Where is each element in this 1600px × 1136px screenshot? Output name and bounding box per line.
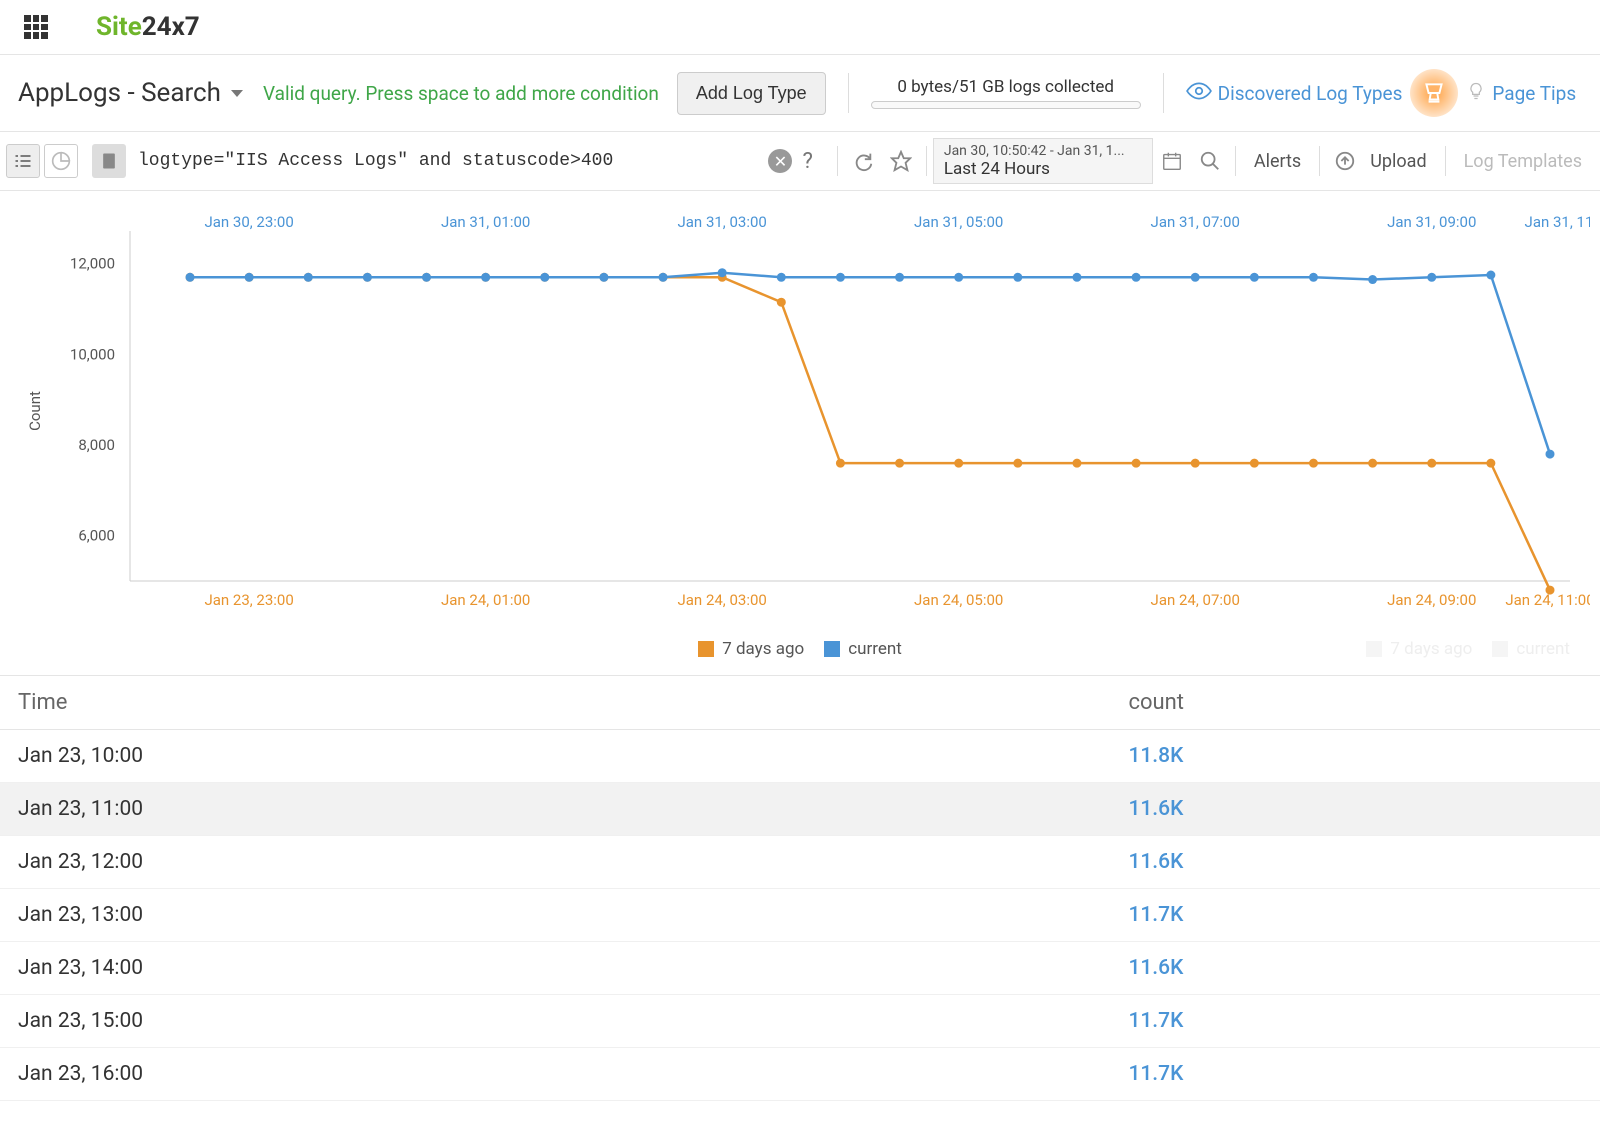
line-chart: Count 6,000 8,000 10,000 12,000 Jan 30, 23:00… xyxy=(10,201,1590,631)
svg-text:6,000: 6,000 xyxy=(78,527,115,545)
search-icon[interactable] xyxy=(1195,146,1225,176)
page-tips-link[interactable]: Page Tips xyxy=(1492,82,1576,105)
date-range-selector[interactable]: Jan 30, 10:50:42 - Jan 31, 1... Last 24 … xyxy=(933,138,1153,184)
bytes-text: 0 bytes/51 GB logs collected xyxy=(897,77,1114,97)
svg-text:Jan 24, 03:00: Jan 24, 03:00 xyxy=(678,591,767,609)
svg-text:Jan 24, 01:00: Jan 24, 01:00 xyxy=(441,591,530,609)
cell-count-link[interactable]: 11.6K xyxy=(1128,850,1183,874)
logo: Site24x7 xyxy=(96,12,200,42)
bulb-icon xyxy=(1466,79,1486,107)
cell-count-link[interactable]: 11.7K xyxy=(1128,1062,1183,1086)
date-range-label: Last 24 Hours xyxy=(944,159,1142,179)
table-row[interactable]: Jan 23, 16:0011.7K xyxy=(0,1048,1600,1101)
table-row[interactable]: Jan 23, 15:0011.7K xyxy=(0,995,1600,1048)
refresh-icon[interactable] xyxy=(848,146,878,176)
logo-part2: 24x7 xyxy=(142,12,200,42)
legend-item-current[interactable]: current xyxy=(824,639,902,659)
upload-icon xyxy=(1330,146,1360,176)
svg-text:Jan 30, 23:00: Jan 30, 23:00 xyxy=(204,213,293,231)
logo-part1: Site xyxy=(96,12,142,42)
svg-text:Jan 31, 09:00: Jan 31, 09:00 xyxy=(1387,213,1476,231)
cell-time: Jan 23, 15:00 xyxy=(18,1009,1128,1033)
divider xyxy=(1319,146,1320,176)
table-row[interactable]: Jan 23, 12:0011.6K xyxy=(0,836,1600,889)
svg-text:Jan 31, 07:00: Jan 31, 07:00 xyxy=(1151,213,1240,231)
svg-text:Jan 31, 05:00: Jan 31, 05:00 xyxy=(914,213,1003,231)
query-help-icon[interactable]: ? xyxy=(802,149,812,174)
bytes-progress-bar xyxy=(871,101,1141,109)
svg-text:Jan 23, 23:00: Jan 23, 23:00 xyxy=(204,591,293,609)
results-table: Time count Jan 23, 10:0011.8KJan 23, 11:… xyxy=(0,675,1600,1101)
bytes-collected: 0 bytes/51 GB logs collected xyxy=(871,77,1141,109)
col-header-time: Time xyxy=(18,690,1128,715)
divider xyxy=(837,146,838,176)
svg-text:Jan 24, 05:00: Jan 24, 05:00 xyxy=(914,591,1003,609)
valid-query-msg: Valid query. Press space to add more con… xyxy=(263,82,659,105)
legend-swatch-blue xyxy=(824,641,840,657)
cell-time: Jan 23, 11:00 xyxy=(18,797,1128,821)
star-icon[interactable] xyxy=(886,146,916,176)
legend-label-current: current xyxy=(848,639,902,659)
divider xyxy=(1163,73,1164,113)
chart-legend: 7 days ago current 7 days ago current xyxy=(10,631,1590,675)
cell-time: Jan 23, 10:00 xyxy=(18,744,1128,768)
table-row[interactable]: Jan 23, 11:0011.6K xyxy=(0,783,1600,836)
cell-count-link[interactable]: 11.6K xyxy=(1128,956,1183,980)
table-row[interactable]: Jan 23, 13:0011.7K xyxy=(0,889,1600,942)
svg-text:Jan 31, 11:0: Jan 31, 11:0 xyxy=(1525,213,1590,231)
cell-time: Jan 23, 12:00 xyxy=(18,850,1128,874)
svg-text:Jan 24, 09:00: Jan 24, 09:00 xyxy=(1387,591,1476,609)
svg-text:Jan 31, 01:00: Jan 31, 01:00 xyxy=(441,213,530,231)
svg-text:8,000: 8,000 xyxy=(78,436,115,454)
pie-view-toggle[interactable] xyxy=(44,144,78,178)
divider xyxy=(926,146,927,176)
title-dropdown-caret[interactable] xyxy=(231,90,243,97)
legend-ghost: 7 days ago current xyxy=(1366,639,1570,659)
cell-count-link[interactable]: 11.7K xyxy=(1128,903,1183,927)
svg-text:10,000: 10,000 xyxy=(70,345,115,363)
cell-time: Jan 23, 13:00 xyxy=(18,903,1128,927)
doc-icon[interactable] xyxy=(92,144,126,178)
alerts-link[interactable]: Alerts xyxy=(1242,145,1313,178)
svg-text:12,000: 12,000 xyxy=(70,255,115,273)
svg-text:Jan 31, 03:00: Jan 31, 03:00 xyxy=(678,213,767,231)
date-range-text: Jan 30, 10:50:42 - Jan 31, 1... xyxy=(944,143,1142,159)
table-header: Time count xyxy=(0,676,1600,730)
clear-query-icon[interactable]: ✕ xyxy=(768,149,792,173)
table-row[interactable]: Jan 23, 14:0011.6K xyxy=(0,942,1600,995)
legend-swatch-orange xyxy=(698,641,714,657)
log-templates-link[interactable]: Log Templates xyxy=(1452,145,1594,178)
divider xyxy=(848,73,849,113)
apps-grid-icon[interactable] xyxy=(24,15,48,39)
award-highlight-icon[interactable] xyxy=(1410,69,1458,117)
legend-item-7days[interactable]: 7 days ago xyxy=(698,639,804,659)
svg-text:Jan 24, 07:00: Jan 24, 07:00 xyxy=(1151,591,1240,609)
divider xyxy=(1445,146,1446,176)
page-title: AppLogs - Search xyxy=(18,78,221,108)
col-header-count: count xyxy=(1128,690,1582,715)
chart-container: Count 6,000 8,000 10,000 12,000 Jan 30, 23:00… xyxy=(0,191,1600,675)
calendar-icon[interactable] xyxy=(1157,146,1187,176)
divider xyxy=(1235,146,1236,176)
svg-text:Count: Count xyxy=(26,391,44,431)
legend-label-7days: 7 days ago xyxy=(722,639,804,659)
cell-time: Jan 23, 14:00 xyxy=(18,956,1128,980)
discovered-log-types-link[interactable]: Discovered Log Types xyxy=(1218,82,1403,105)
cell-count-link[interactable]: 11.7K xyxy=(1128,1009,1183,1033)
upload-link[interactable]: Upload xyxy=(1370,145,1438,178)
cell-time: Jan 23, 16:00 xyxy=(18,1062,1128,1086)
query-input[interactable] xyxy=(138,145,768,177)
table-row[interactable]: Jan 23, 10:0011.8K xyxy=(0,730,1600,783)
add-log-type-button[interactable]: Add Log Type xyxy=(677,72,826,115)
eye-icon xyxy=(1186,78,1212,108)
list-view-toggle[interactable] xyxy=(6,144,40,178)
cell-count-link[interactable]: 11.6K xyxy=(1128,797,1183,821)
cell-count-link[interactable]: 11.8K xyxy=(1128,744,1183,768)
